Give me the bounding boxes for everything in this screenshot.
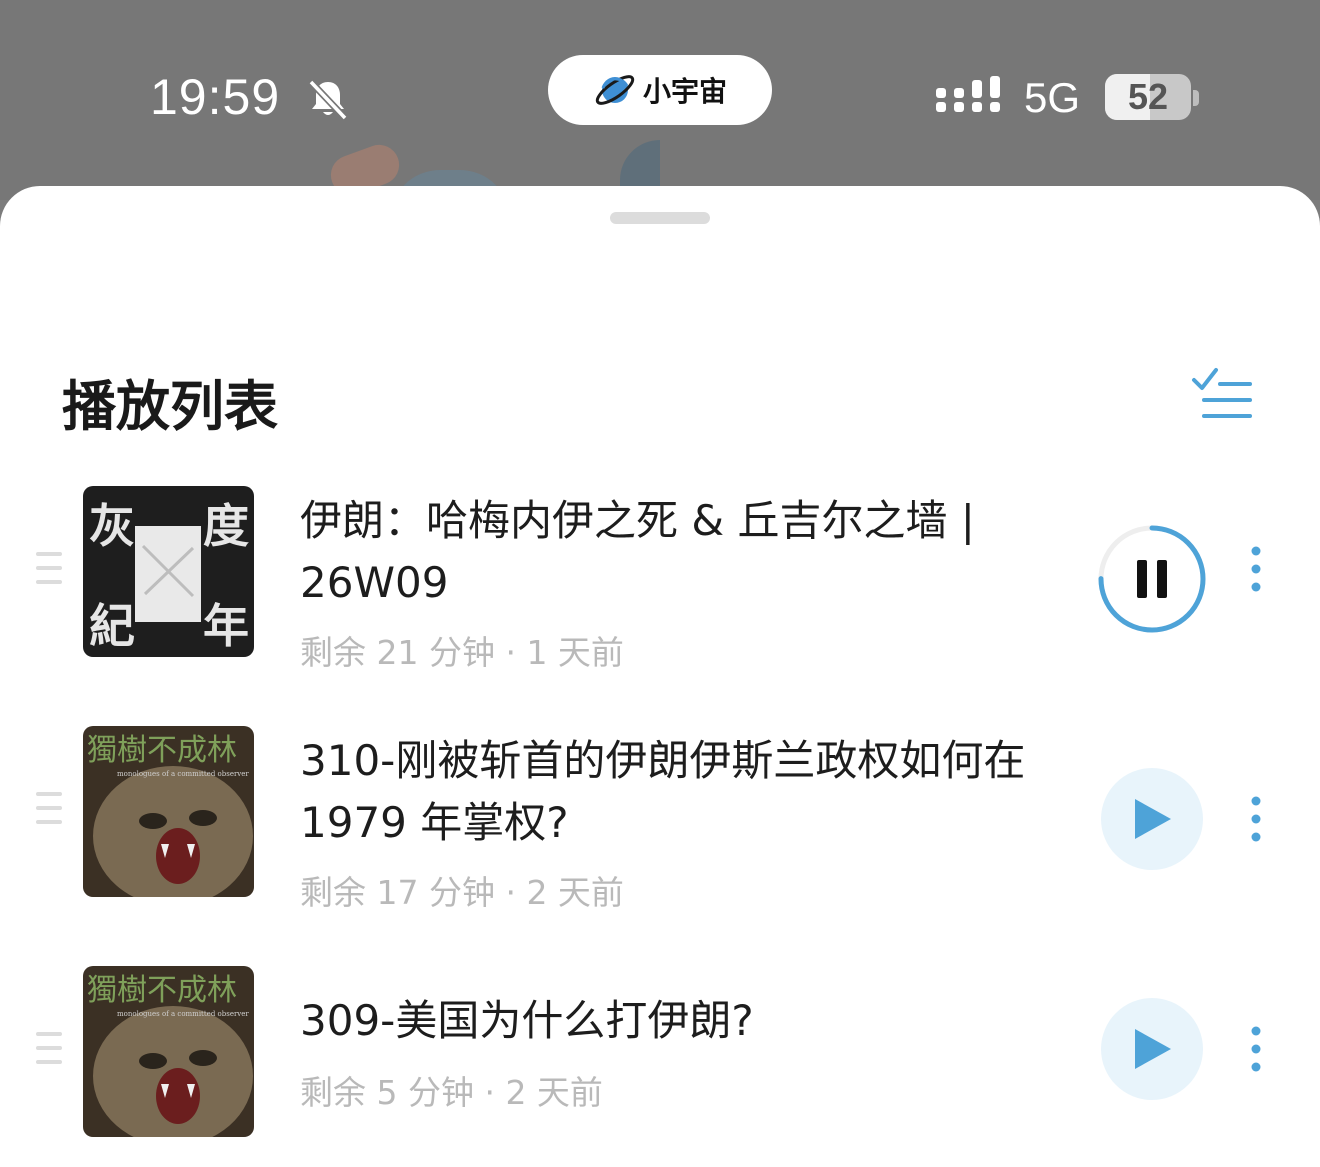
bell-muted-icon <box>308 79 348 121</box>
app-name: 小宇宙 <box>642 75 727 108</box>
episode-meta: 剩余 17 分钟 · 2 天前 <box>300 873 624 912</box>
more-options-icon[interactable] <box>1246 794 1266 844</box>
network-type: 5G <box>1024 74 1081 121</box>
playlist-sheet: 播放列表 灰 度 紀 年 伊朗：哈梅内伊之死 & 丘吉尔之墙 | 26W09 剩… <box>0 186 1320 1167</box>
cover-char: 紀 <box>89 599 135 653</box>
multi-select-list-icon[interactable] <box>1190 366 1254 422</box>
cover-text: 獨樹不成林 <box>87 733 237 768</box>
cover-artwork: 灰 度 紀 年 <box>83 486 254 657</box>
cover-char: 年 <box>203 599 249 653</box>
playlist-row[interactable]: 灰 度 紀 年 伊朗：哈梅内伊之死 & 丘吉尔之墙 | 26W09 剩余 21 … <box>0 476 1320 676</box>
status-bar: 19:59 小宇宙 5G 52 <box>0 0 1320 220</box>
background-app-decoration <box>620 140 660 190</box>
episode-cover[interactable]: 獨樹不成林 monologues of a committed observer <box>83 726 254 897</box>
episode-meta: 剩余 21 分钟 · 1 天前 <box>300 633 624 672</box>
battery-level: 52 <box>1127 76 1169 117</box>
episode-title[interactable]: 伊朗：哈梅内伊之死 & 丘吉尔之墙 | 26W09 <box>300 490 1080 614</box>
episode-title[interactable]: 309-美国为什么打伊朗? <box>300 990 1080 1052</box>
drag-handle-icon[interactable] <box>36 792 62 832</box>
play-icon <box>1135 799 1171 839</box>
cover-artwork: 獨樹不成林 monologues of a committed observer <box>83 966 254 1137</box>
drag-handle-icon[interactable] <box>36 552 62 592</box>
play-icon <box>1135 1029 1171 1069</box>
cover-char: 度 <box>203 499 249 553</box>
more-options-icon[interactable] <box>1246 1024 1266 1074</box>
play-button[interactable] <box>1101 998 1203 1100</box>
pause-button[interactable] <box>1097 524 1207 634</box>
planet-icon <box>595 75 635 105</box>
cover-artwork: 獨樹不成林 monologues of a committed observer <box>83 726 254 897</box>
play-button[interactable] <box>1101 768 1203 870</box>
cover-subtext: monologues of a committed observer <box>117 1010 249 1018</box>
episode-meta: 剩余 5 分钟 · 2 天前 <box>300 1073 603 1112</box>
playlist-row[interactable]: 獨樹不成林 monologues of a committed observer… <box>0 716 1320 916</box>
episode-cover[interactable]: 獨樹不成林 monologues of a committed observer <box>83 966 254 1137</box>
app-indicator-pill[interactable]: 小宇宙 <box>548 55 772 125</box>
sheet-grabber[interactable] <box>610 212 710 224</box>
cover-char: 灰 <box>89 499 135 553</box>
playlist-row[interactable]: 獨樹不成林 monologues of a committed observer… <box>0 956 1320 1156</box>
more-options-icon[interactable] <box>1246 544 1266 594</box>
battery-indicator: 52 <box>1105 74 1191 120</box>
episode-cover[interactable]: 灰 度 紀 年 <box>83 486 254 657</box>
cover-text: 獨樹不成林 <box>87 973 237 1008</box>
episode-title[interactable]: 310-刚被斩首的伊朗伊斯兰政权如何在 1979 年掌权? <box>300 730 1080 854</box>
cover-subtext: monologues of a committed observer <box>117 770 249 778</box>
drag-handle-icon[interactable] <box>36 1032 62 1072</box>
cellular-signal-icon <box>936 76 1000 112</box>
page-title: 播放列表 <box>62 375 278 438</box>
status-time: 19:59 <box>150 69 281 125</box>
battery-tip <box>1193 90 1199 106</box>
